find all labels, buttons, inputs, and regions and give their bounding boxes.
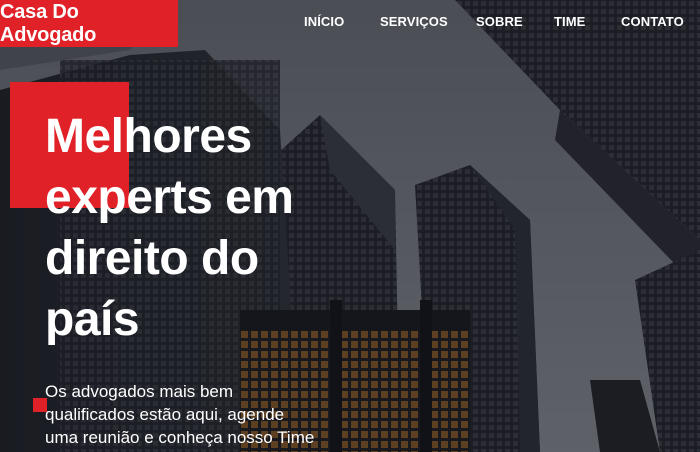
headline-line: direito do [45, 232, 259, 285]
nav-item-time[interactable]: TIME [554, 14, 585, 29]
hero-headline: Melhores experts em direito do país [45, 106, 365, 350]
brand-logo[interactable]: Casa Do Advogado [0, 0, 178, 47]
nav-item-inicio[interactable]: INÍCIO [304, 14, 344, 29]
headline-line: experts em [45, 171, 294, 224]
subtitle-line: Os advogados mais bem [45, 382, 234, 401]
headline-line: país [45, 293, 140, 346]
subtitle-line: uma reunião e conheça nosso Time [45, 428, 315, 447]
slider-dot-active[interactable] [33, 398, 47, 412]
brand-logo-text: Casa Do Advogado [0, 0, 97, 46]
nav-item-servicos[interactable]: SERVIÇOS [380, 14, 448, 29]
headline-line: Melhores [45, 110, 252, 163]
hero-subtitle: Os advogados mais bem qualificados estão… [45, 380, 345, 449]
nav-item-contato[interactable]: CONTATO [621, 14, 684, 29]
nav-item-sobre[interactable]: SOBRE [476, 14, 523, 29]
subtitle-line: qualificados estão aqui, agende [45, 405, 285, 424]
